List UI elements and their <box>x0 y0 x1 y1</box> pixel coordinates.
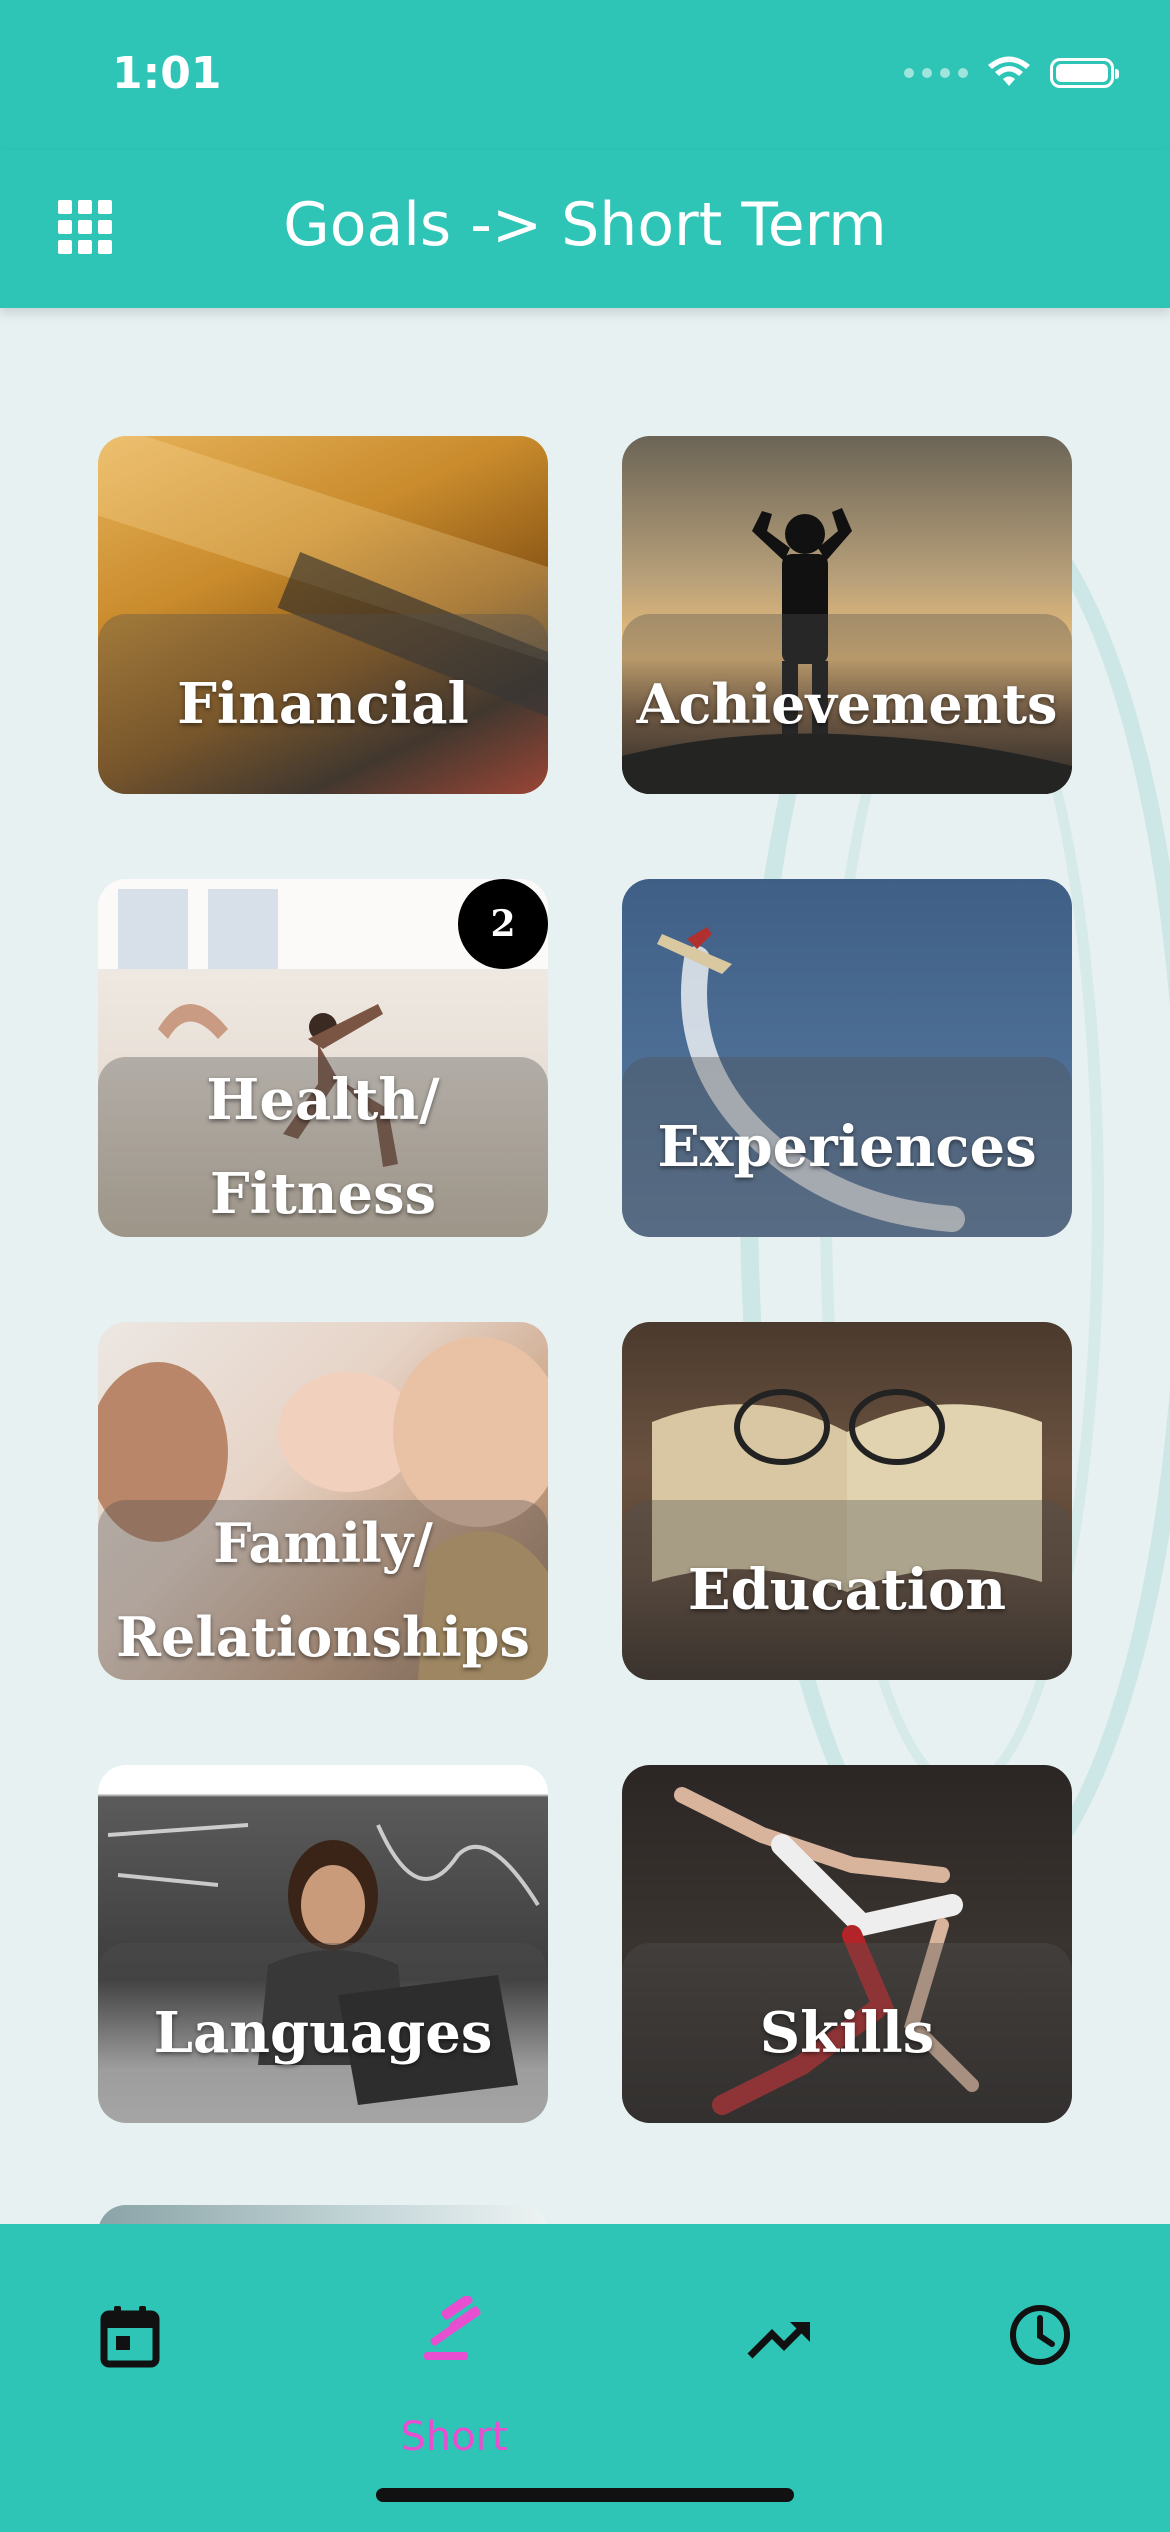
category-card-experiences[interactable]: Experiences <box>622 879 1072 1237</box>
status-icons <box>904 56 1119 90</box>
category-card-languages[interactable]: Languages <box>98 1765 548 2123</box>
wifi-icon <box>988 56 1030 86</box>
category-label: Languages <box>153 2000 493 2066</box>
gavel-icon <box>424 2296 481 2360</box>
goal-count-badge: 2 <box>458 879 548 969</box>
trending-up-icon <box>747 2322 810 2359</box>
clock-icon <box>1010 2305 1070 2365</box>
tab-label: Short <box>400 2414 508 2460</box>
home-indicator <box>376 2488 794 2502</box>
category-card-achievements[interactable]: Achievements <box>622 436 1072 794</box>
category-card-education[interactable]: Education <box>622 1322 1072 1680</box>
category-card-health-fitness[interactable]: Health/ Fitness 2 <box>98 879 548 1237</box>
app-header: Goals -> Short Term <box>0 150 1170 308</box>
category-label: Family/ Relationships <box>116 1511 530 1669</box>
status-bar: 1:01 <box>0 0 1170 150</box>
category-label: Health/ Fitness <box>206 1067 440 1227</box>
category-label: Education <box>687 1557 1007 1623</box>
status-time: 1:01 <box>112 48 222 99</box>
category-label: Skills <box>759 2000 935 2066</box>
cellular-signal-icon <box>904 68 968 78</box>
tab-calendar[interactable] <box>40 2304 220 2464</box>
category-card-family-relationships[interactable]: Family/ Relationships <box>98 1322 548 1680</box>
category-label: Experiences <box>657 1114 1037 1180</box>
category-card-skills[interactable]: Skills <box>622 1765 1072 2123</box>
calendar-icon <box>100 2306 160 2368</box>
tab-short-term[interactable]: Short <box>364 2296 544 2464</box>
bottom-tab-bar: Short <box>0 2224 1170 2532</box>
page-title: Goals -> Short Term <box>283 190 887 260</box>
tab-long-term[interactable] <box>690 2304 870 2464</box>
tab-history[interactable] <box>950 2304 1130 2464</box>
category-label: Achievements <box>636 672 1058 736</box>
battery-icon <box>1050 58 1119 88</box>
category-label: Financial <box>177 671 469 737</box>
category-card-financial[interactable]: Financial <box>98 436 548 794</box>
